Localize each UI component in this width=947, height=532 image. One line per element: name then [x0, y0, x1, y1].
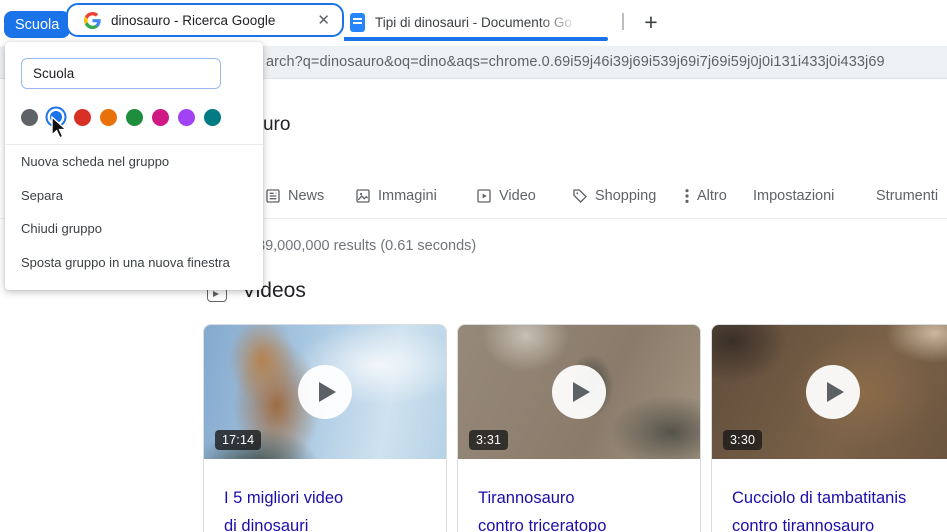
video-card[interactable]: 17:14 I 5 migliori video di dinosauri [203, 324, 447, 532]
play-button-icon[interactable] [552, 365, 606, 419]
video-title-line: contro triceratopo [478, 517, 607, 532]
video-title-line: I 5 migliori video [224, 489, 344, 507]
video-title-link[interactable]: Cucciolo di tambatitanis contro tirannos… [732, 484, 934, 532]
nav-label: Strumenti [876, 188, 939, 204]
nav-tab-immagini[interactable]: Immagini [355, 188, 437, 204]
nav-tab-video[interactable]: Video [476, 188, 536, 204]
shopping-tag-icon [573, 189, 587, 203]
nav-label: Video [499, 188, 536, 204]
menu-item-new-tab-in-group[interactable]: Nuova scheda nel gruppo [5, 145, 263, 179]
video-thumbnail[interactable]: 3:30 [712, 325, 947, 459]
color-swatch-green[interactable] [126, 108, 143, 126]
nav-tab-altro[interactable]: Altro [684, 188, 727, 204]
tab-title: Tipi di dinosauri - Documento Go [375, 14, 572, 30]
tab-title: dinosauro - Ricerca Google [111, 12, 276, 28]
tab-separator [622, 13, 624, 30]
menu-item-close-group[interactable]: Chiudi gruppo [5, 212, 263, 246]
tab-tipi-di-dinosauri[interactable]: Tipi di dinosauri - Documento Go [350, 7, 602, 37]
nav-tab-impostazioni[interactable]: Impostazioni [753, 188, 834, 204]
tab-group-menu: Nuova scheda nel gruppo Separa Chiudi gr… [5, 42, 263, 290]
google-favicon [84, 11, 101, 29]
color-swatch-grey[interactable] [21, 108, 38, 126]
group-name-input[interactable] [21, 58, 221, 89]
tab-group-underline [344, 37, 608, 41]
play-button-icon[interactable] [298, 365, 352, 419]
menu-item-ungroup[interactable]: Separa [5, 179, 263, 213]
tab-strip: Scuola dinosauro - Ricerca Google ✕ Tipi… [0, 0, 947, 46]
tab-group-label: Scuola [15, 16, 60, 33]
video-card[interactable]: 3:31 Tirannosauro contro triceratopo [457, 324, 701, 532]
video-duration-badge: 3:30 [723, 430, 763, 450]
url-text: arch?q=dinosauro&oq=dino&aqs=chrome.0.69… [266, 54, 885, 70]
mouse-cursor [51, 116, 68, 139]
video-duration-badge: 17:14 [215, 430, 262, 450]
video-title-line: Tirannosauro [478, 489, 575, 507]
play-button-icon[interactable] [806, 365, 860, 419]
tab-dinosauro-search[interactable]: dinosauro - Ricerca Google ✕ [66, 3, 344, 37]
video-title-link[interactable]: Tirannosauro contro triceratopo [478, 484, 680, 532]
new-tab-button[interactable]: + [636, 7, 666, 37]
menu-items: Nuova scheda nel gruppo Separa Chiudi gr… [5, 145, 263, 279]
nav-tab-strumenti[interactable]: Strumenti [876, 188, 938, 204]
video-duration-badge: 3:31 [469, 430, 509, 450]
tab-group-chip[interactable]: Scuola [4, 11, 71, 38]
results-stats: 39,000,000 results (0.61 seconds) [257, 238, 477, 254]
close-icon[interactable]: ✕ [317, 13, 330, 28]
color-swatch-pink[interactable] [152, 108, 169, 126]
google-docs-icon [350, 12, 365, 32]
video-cards-row: 17:14 I 5 migliori video di dinosauri 3:… [203, 324, 947, 532]
nav-label: Immagini [378, 188, 437, 204]
color-swatch-orange[interactable] [100, 108, 117, 126]
video-thumbnail[interactable]: 3:31 [458, 325, 700, 459]
video-card[interactable]: 3:30 Cucciolo di tambatitanis contro tir… [711, 324, 947, 532]
nav-label: Shopping [595, 188, 657, 204]
more-dots-icon [685, 189, 689, 203]
news-icon [266, 189, 280, 203]
video-title-line: Cucciolo di tambatitanis [732, 489, 907, 507]
video-icon [477, 189, 491, 203]
menu-item-move-group-to-new-window[interactable]: Sposta gruppo in una nuova finestra [5, 246, 263, 280]
nav-tab-news[interactable]: News [265, 188, 324, 204]
nav-tab-shopping[interactable]: Shopping [572, 188, 656, 204]
color-swatch-teal[interactable] [204, 108, 221, 126]
nav-label: Impostazioni [753, 188, 835, 204]
color-swatch-purple[interactable] [178, 108, 195, 126]
video-title-line: contro tirannosauro [732, 517, 875, 532]
nav-label: News [288, 188, 325, 204]
color-swatch-red[interactable] [74, 108, 91, 126]
video-title-link[interactable]: I 5 migliori video di dinosauri [224, 484, 426, 532]
video-title-line: di dinosauri [224, 517, 309, 532]
images-icon [356, 189, 370, 203]
video-thumbnail[interactable]: 17:14 [204, 325, 446, 459]
nav-label: Altro [697, 188, 727, 204]
